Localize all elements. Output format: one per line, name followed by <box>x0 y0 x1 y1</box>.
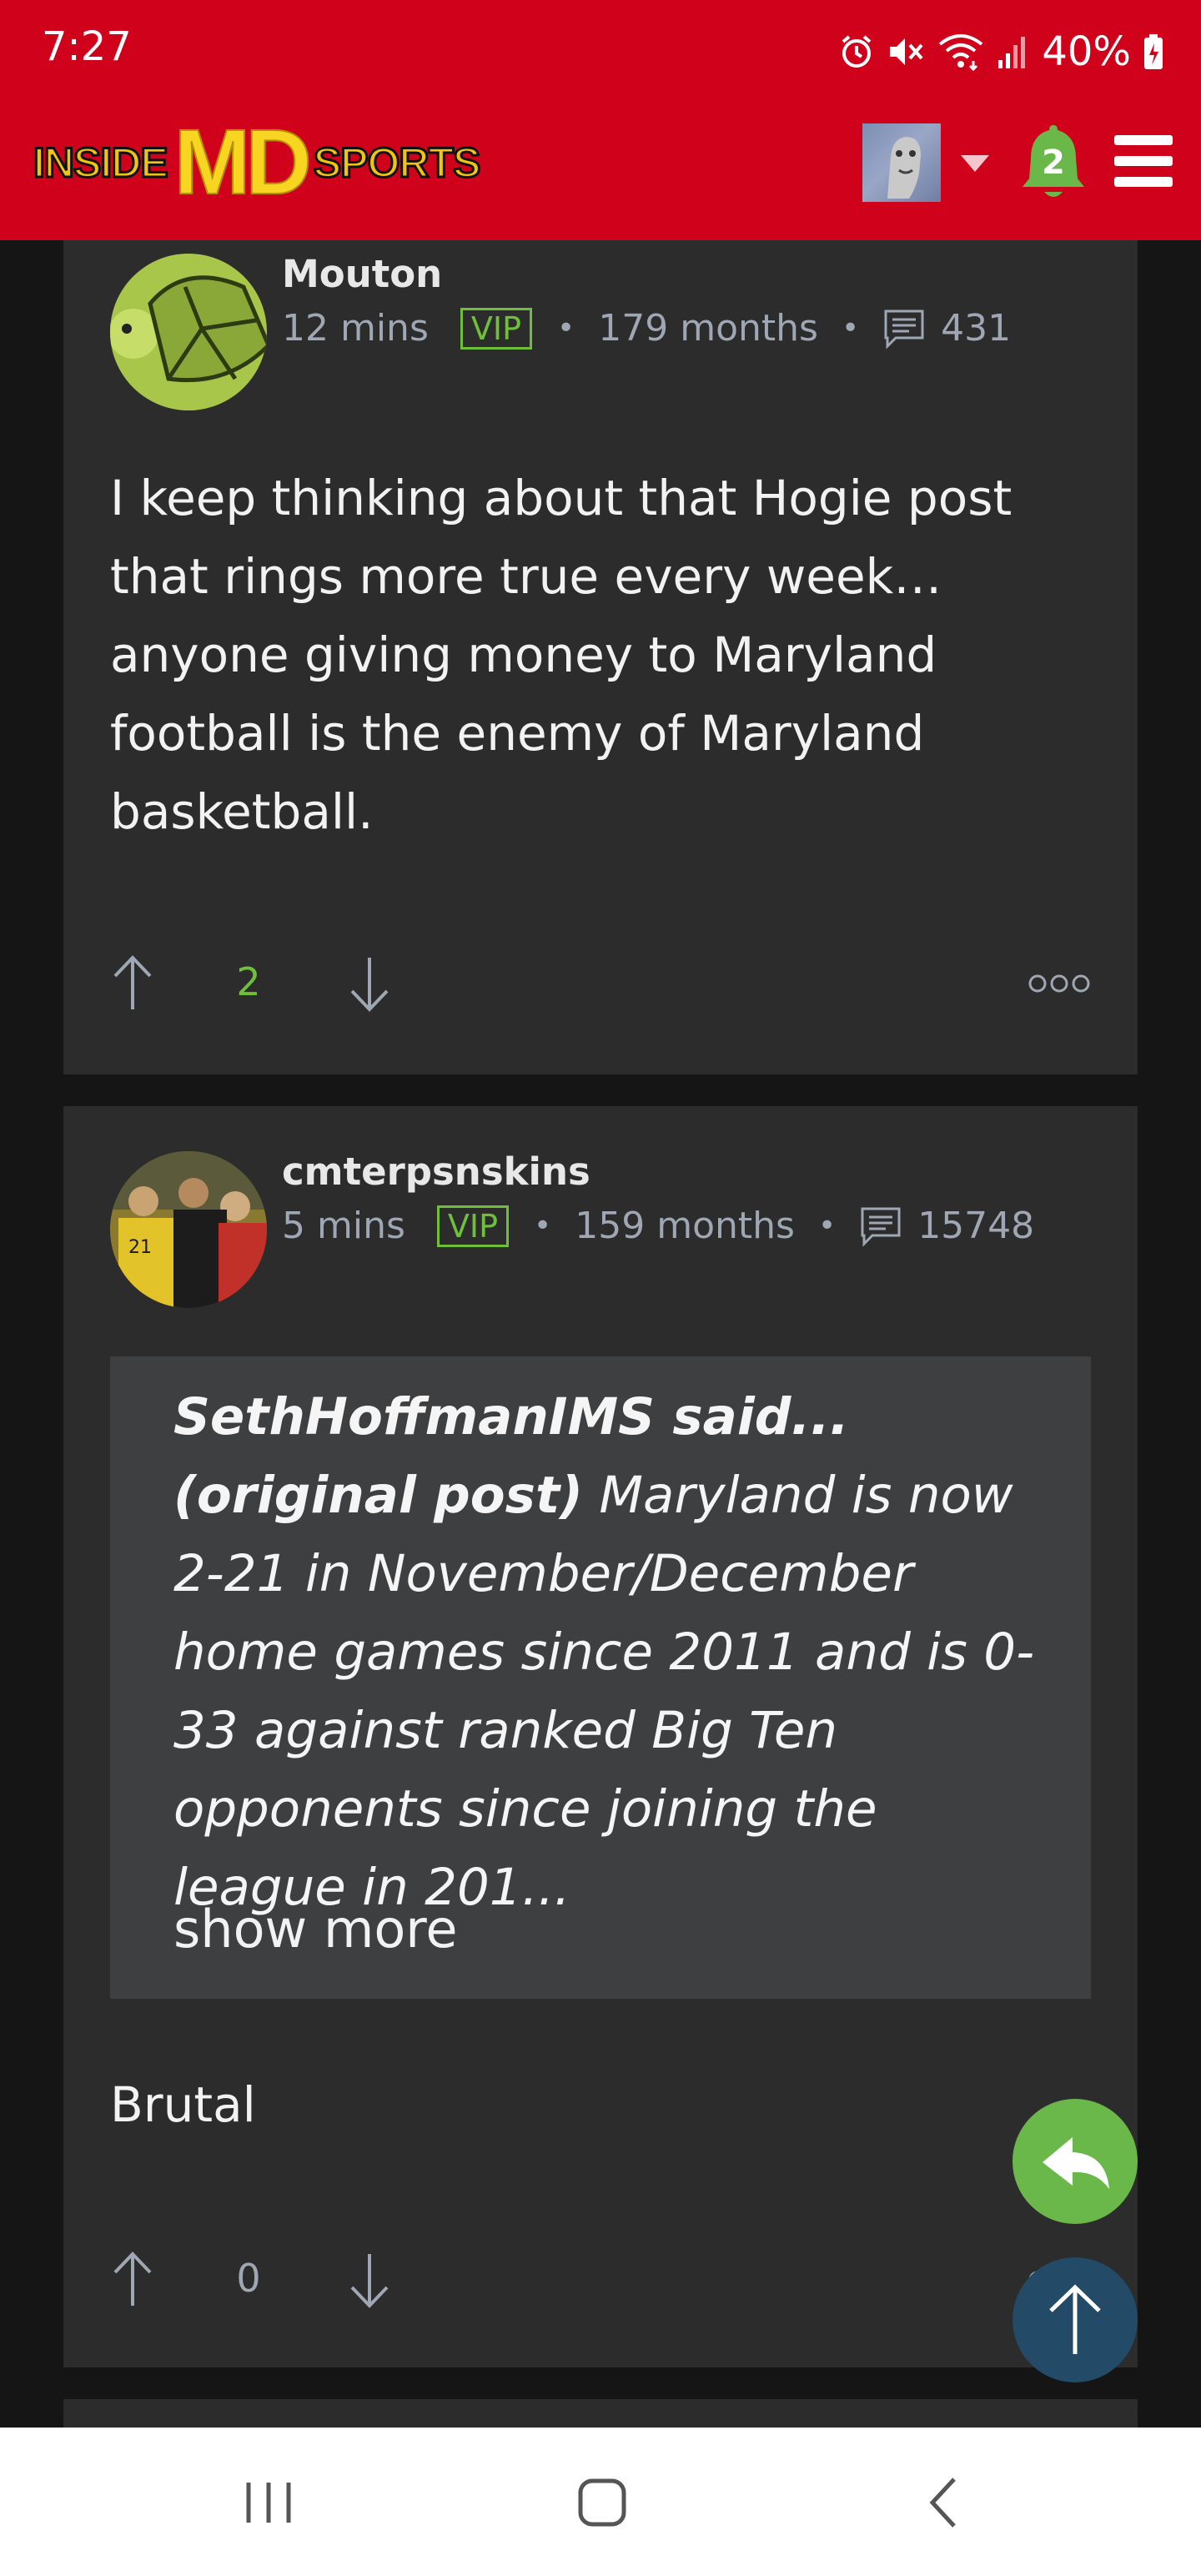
upvote-arrow-icon[interactable] <box>110 954 155 1013</box>
home-icon[interactable] <box>575 2476 629 2529</box>
status-time: 7:27 <box>42 23 132 70</box>
mute-icon <box>890 38 923 65</box>
post-time[interactable]: 12 mins <box>282 307 429 350</box>
vote-bar: 2 <box>110 954 1111 1013</box>
member-tenure: 179 months <box>598 307 818 350</box>
message-icon <box>861 1207 901 1247</box>
downvote-arrow-icon[interactable] <box>347 2251 392 2309</box>
logo-inside: INSIDE <box>32 138 169 188</box>
arrow-up-icon <box>1049 2284 1101 2354</box>
notification-count: 2 <box>1042 143 1065 182</box>
status-bar: 7:27 40% <box>0 0 1201 103</box>
vote-count: 2 <box>236 959 261 1004</box>
upvote-arrow-icon[interactable] <box>110 2251 155 2309</box>
alarm-icon <box>842 35 872 68</box>
post-body: I keep thinking about that Hogie post th… <box>110 470 1013 840</box>
quote-block: SethHoffmanIMS said... (original post) M… <box>110 1356 1091 1999</box>
system-nav-bar <box>0 2428 1201 2576</box>
svg-text:21: 21 <box>128 1237 152 1258</box>
post-time[interactable]: 5 mins <box>282 1205 405 1247</box>
status-icons: 40% <box>838 22 1164 82</box>
avatar[interactable] <box>110 254 267 410</box>
battery-icon <box>1144 34 1163 69</box>
separator-dot: • <box>841 311 860 345</box>
back-icon[interactable] <box>917 2476 971 2529</box>
username[interactable]: Mouton <box>282 252 442 296</box>
post: 21 cmterpsnskins 5 mins VIP • 159 months… <box>63 1106 1138 2367</box>
logo-md: MD <box>173 111 313 214</box>
downvote-arrow-icon[interactable] <box>347 954 392 1013</box>
scroll-to-top-button[interactable] <box>1013 2257 1138 2382</box>
post-count: 15748 <box>917 1205 1035 1247</box>
show-more-link[interactable]: show more <box>173 1899 458 1960</box>
caret-down-icon[interactable] <box>961 155 989 172</box>
site-logo[interactable]: INSIDE MD SPORTS <box>32 111 482 214</box>
more-options-icon[interactable] <box>1028 971 1091 996</box>
message-icon <box>884 309 924 350</box>
separator-dot: • <box>817 1209 837 1243</box>
reply-button[interactable] <box>1013 2099 1138 2224</box>
username[interactable]: cmterpsnskins <box>282 1150 590 1194</box>
post-count: 431 <box>941 307 1012 350</box>
crowd-avatar-image: 21 <box>110 1151 267 1308</box>
quote-text: SethHoffmanIMS said... (original post) M… <box>173 1378 1058 1927</box>
battery-percent: 40% <box>1042 28 1131 75</box>
vote-count: 0 <box>236 2256 261 2301</box>
hamburger-menu-icon[interactable] <box>1114 135 1173 187</box>
vote-bar: 0 <box>110 2251 1111 2309</box>
vip-badge: VIP <box>436 1205 510 1247</box>
user-avatar-image <box>887 137 921 199</box>
signal-icon <box>998 37 1026 68</box>
quote-content: Maryland is now 2-21 in November/Decembe… <box>173 1466 1035 1917</box>
post-body: Brutal <box>110 2076 256 2133</box>
wifi-icon <box>939 34 983 71</box>
notifications-button[interactable]: 2 <box>1019 122 1088 202</box>
reply-arrow-icon <box>1043 2137 1109 2189</box>
user-avatar[interactable] <box>862 123 941 202</box>
avatar[interactable]: 21 <box>110 1151 267 1308</box>
turtle-avatar-image <box>110 254 267 410</box>
post-meta: 12 mins VIP • 179 months • 431 <box>282 307 1011 350</box>
post: Mouton 12 mins VIP • 179 months • 431 I … <box>63 240 1138 1074</box>
logo-sports: SPORTS <box>311 138 482 188</box>
app-header: INSIDE MD SPORTS 2 <box>0 103 1201 240</box>
post-meta: 5 mins VIP • 159 months • 15748 <box>282 1205 1034 1247</box>
vip-badge: VIP <box>460 307 532 350</box>
separator-dot: • <box>557 311 575 345</box>
recent-apps-icon[interactable] <box>242 2476 295 2529</box>
separator-dot: • <box>534 1209 552 1243</box>
member-tenure: 159 months <box>575 1205 795 1247</box>
